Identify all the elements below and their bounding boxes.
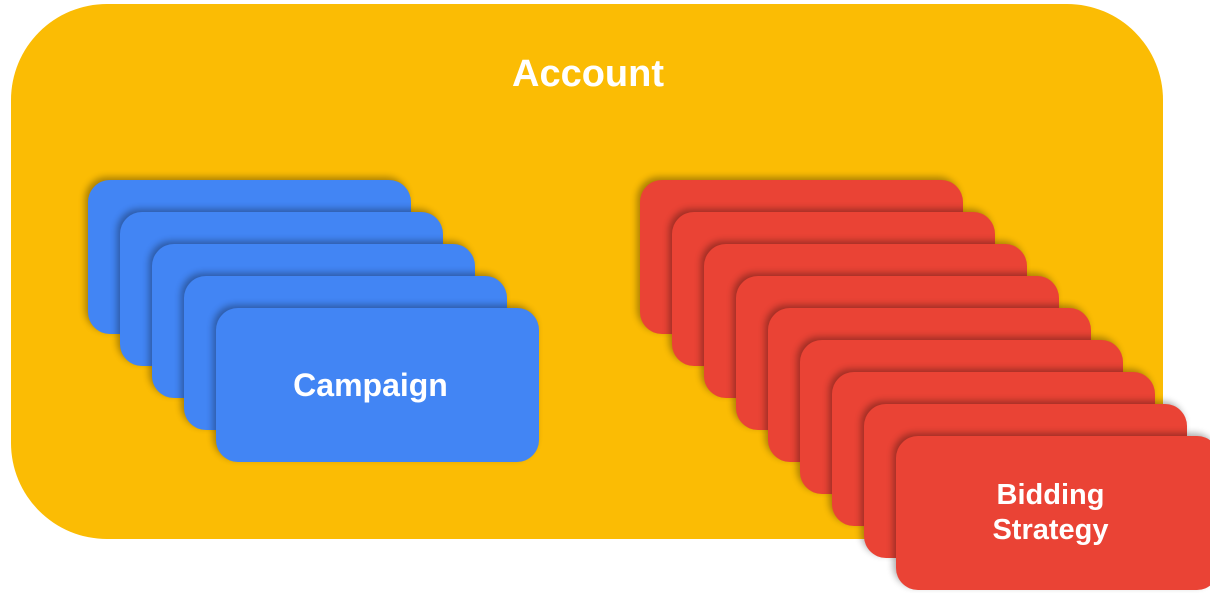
campaign-label: Campaign	[293, 367, 448, 403]
bidding-strategy-label: Bidding Strategy	[992, 479, 1109, 546]
account-label: Account	[512, 53, 664, 95]
bidding-strategy-card: Bidding Strategy	[896, 436, 1210, 590]
campaign-card: Campaign	[216, 308, 539, 462]
